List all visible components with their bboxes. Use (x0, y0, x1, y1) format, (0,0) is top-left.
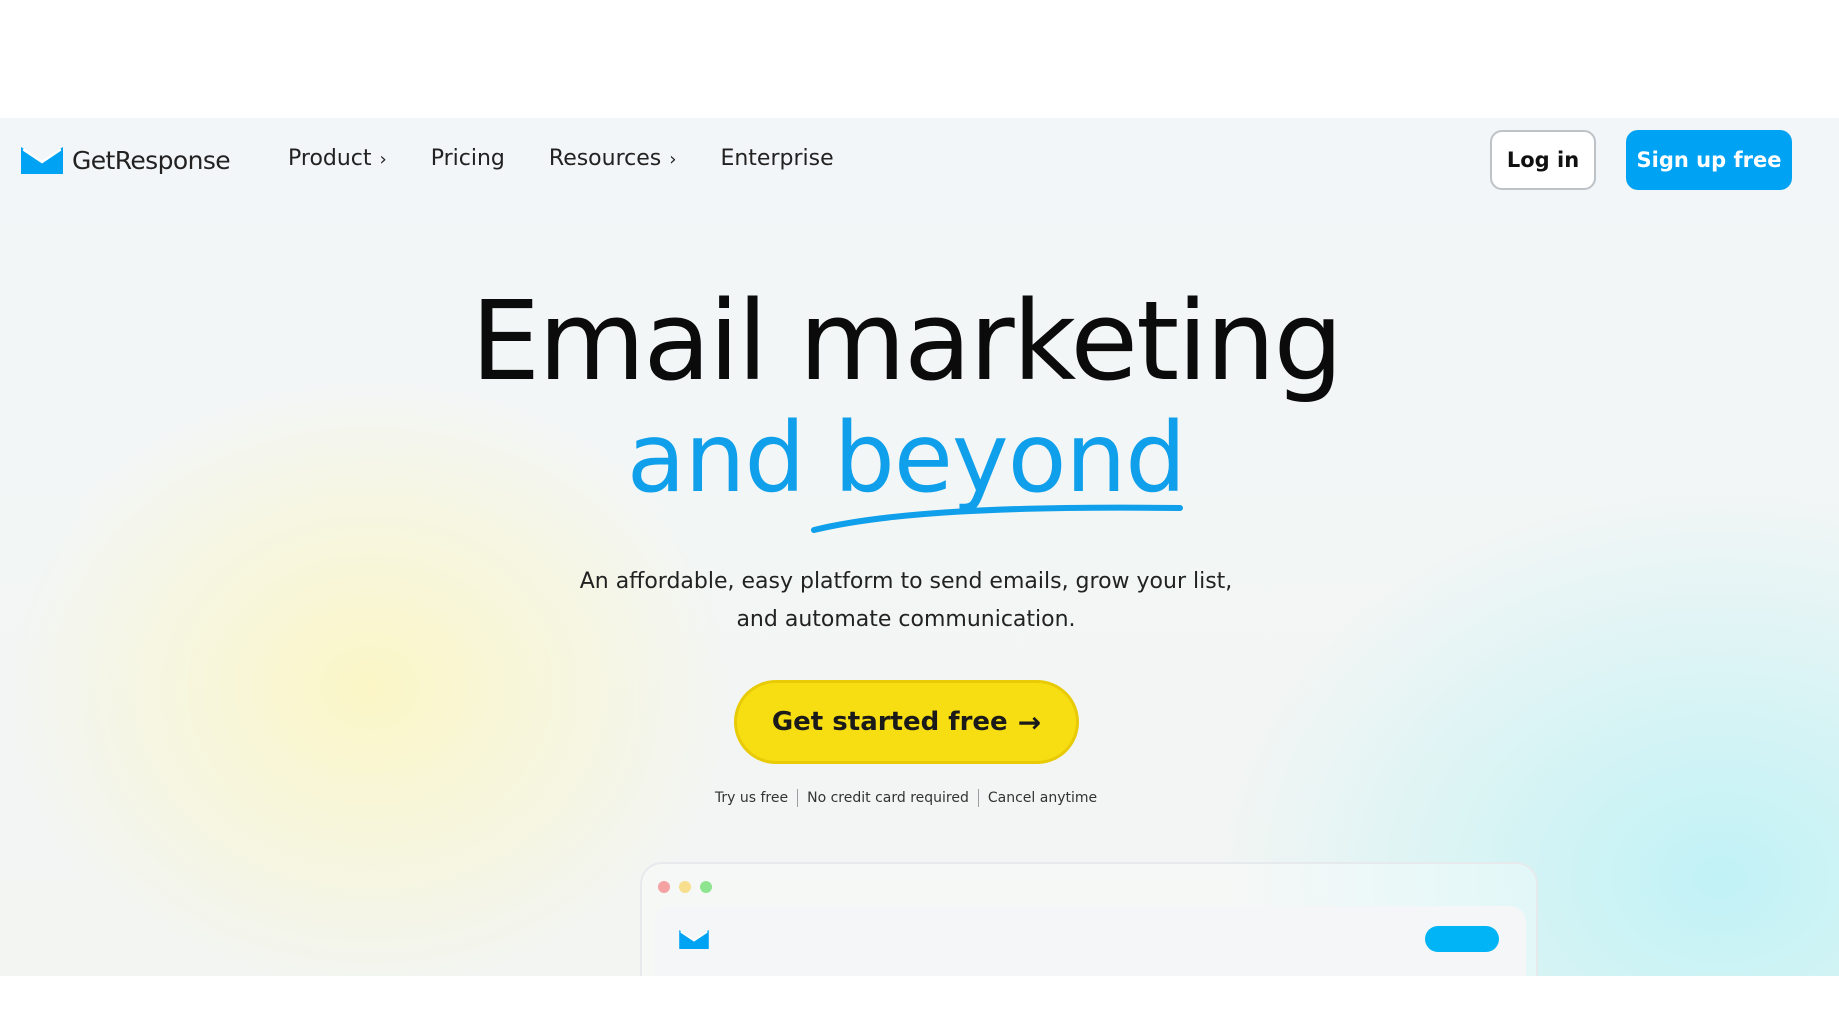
chevron-right-icon: › (379, 149, 387, 170)
signup-button[interactable]: Sign up free (1626, 130, 1792, 190)
hero-title-accent: and beyond (626, 402, 1186, 514)
window-controls (658, 881, 721, 893)
mockup-button-pill (1425, 926, 1499, 952)
underline-swoosh-icon (811, 504, 1183, 533)
maximize-dot-icon (700, 881, 712, 893)
hero-title: Email marketing (470, 277, 1344, 405)
get-started-label: Get started free (771, 707, 1008, 737)
nav-item-label: Enterprise (720, 146, 834, 171)
page-viewport: GetResponse Product › Pricing Resources … (0, 118, 1839, 976)
brand-logo[interactable]: GetResponse (21, 146, 231, 175)
minimize-dot-icon (679, 881, 691, 893)
close-dot-icon (658, 881, 670, 893)
chevron-right-icon: › (669, 149, 677, 170)
nav-item-product[interactable]: Product › (288, 146, 387, 171)
brand-name: GetResponse (72, 146, 231, 175)
nav-item-enterprise[interactable]: Enterprise (720, 146, 833, 171)
nav-item-label: Pricing (430, 146, 505, 171)
get-started-button[interactable]: Get started free → (734, 680, 1079, 764)
hero-subtitle-line: and automate communication. (736, 607, 1076, 632)
divider (797, 789, 799, 807)
app-preview-mockup (640, 862, 1538, 976)
login-button[interactable]: Log in (1490, 130, 1596, 190)
nav-item-pricing[interactable]: Pricing (431, 146, 505, 171)
nav-item-resources[interactable]: Resources › (549, 146, 677, 171)
divider (977, 789, 979, 807)
nav-item-label: Resources (548, 146, 662, 171)
nav-links: Product › Pricing Resources › Enterprise (288, 146, 878, 171)
hero-subtitle-line: An affordable, easy platform to send ema… (579, 569, 1233, 594)
envelope-logo-icon (21, 147, 63, 174)
envelope-logo-icon (679, 930, 709, 949)
arrow-right-icon: → (1017, 705, 1042, 739)
hero-subtitle: An affordable, easy platform to send ema… (0, 563, 1812, 639)
trust-item: Try us free (714, 790, 789, 806)
top-navigation: GetResponse Product › Pricing Resources … (0, 118, 1839, 202)
mockup-app-header (654, 906, 1526, 976)
trust-badges: Try us free No credit card required Canc… (0, 789, 1812, 807)
trust-item: No credit card required (807, 790, 969, 806)
nav-item-label: Product (288, 146, 372, 171)
trust-item: Cancel anytime (987, 790, 1098, 806)
